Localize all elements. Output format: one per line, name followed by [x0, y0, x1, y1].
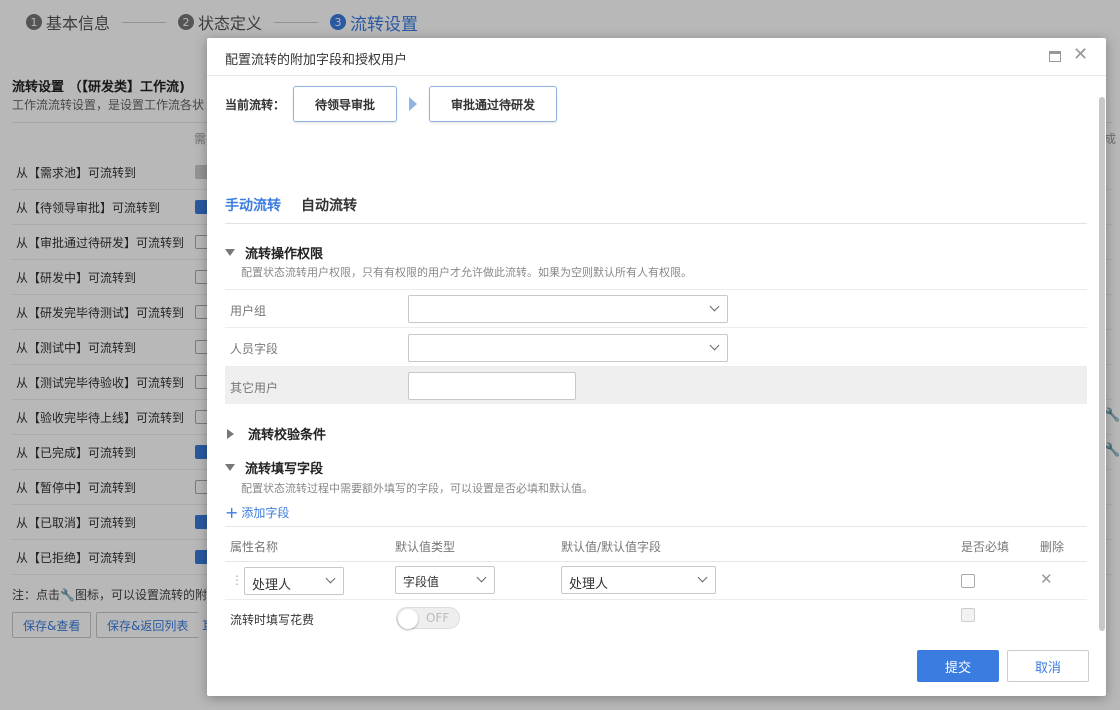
- col-default-header: 默认值/默认值字段: [561, 540, 662, 554]
- toggle-knob: [398, 609, 418, 629]
- field-row-handler: ⋮⋮ 处理人 字段值 处理人 ✕: [225, 562, 1087, 600]
- tab-auto-flow[interactable]: 自动流转: [301, 195, 357, 215]
- person-field-select[interactable]: [408, 334, 728, 362]
- maximize-icon[interactable]: [1049, 51, 1061, 62]
- cancel-button[interactable]: 取消: [1007, 650, 1089, 682]
- submit-button[interactable]: 提交: [917, 650, 999, 682]
- current-flow-label: 当前流转：: [225, 97, 286, 112]
- fill-section-desc: 配置状态流转过程中需要额外填写的字段，可以设置是否必填和默认值。: [241, 482, 593, 495]
- perm-section-title: 流转操作权限: [245, 247, 324, 262]
- cost-toggle[interactable]: OFF: [396, 607, 460, 629]
- field-row-cost: 流转时填写花费 OFF: [225, 600, 1087, 637]
- fill-section-header[interactable]: 流转填写字段: [225, 458, 323, 477]
- col-required-header: 是否必填: [961, 540, 1010, 554]
- chevron-down-icon: [709, 340, 720, 351]
- col-delete-header: 删除: [1040, 540, 1065, 554]
- add-field-label: 添加字段: [241, 506, 290, 520]
- check-section-header[interactable]: 流转校验条件: [225, 424, 326, 443]
- fields-table-header: 属性名称 默认值类型 默认值/默认值字段 是否必填 删除: [225, 526, 1087, 562]
- to-state-box: 审批通过待研发: [429, 86, 558, 122]
- tab-divider: [225, 223, 1087, 224]
- scrollbar[interactable]: [1099, 97, 1105, 631]
- other-users-input[interactable]: [408, 372, 576, 400]
- flow-arrow-icon: [409, 97, 418, 111]
- current-flow: 当前流转： 待领导审批 审批通过待研发: [225, 86, 558, 122]
- toggle-state: OFF: [426, 611, 450, 625]
- chevron-down-icon: [476, 572, 487, 583]
- default-value-select[interactable]: 处理人: [561, 566, 716, 594]
- perm-row-label: 其它用户: [230, 381, 279, 395]
- dialog-title: 配置流转的附加字段和授权用户: [225, 53, 408, 68]
- required-checkbox[interactable]: [961, 574, 975, 588]
- perm-row-label: 人员字段: [230, 342, 279, 356]
- tab-manual-flow[interactable]: 手动流转: [225, 195, 281, 215]
- chevron-down-icon: [709, 301, 720, 312]
- select-value: 处理人: [252, 578, 292, 593]
- close-icon[interactable]: ✕: [1073, 46, 1088, 64]
- expand-triangle-icon: [227, 428, 234, 439]
- flow-config-dialog: 配置流转的附加字段和授权用户 ✕ 当前流转： 待领导审批 审批通过待研发 手动流…: [207, 38, 1106, 696]
- user-group-select[interactable]: [408, 295, 728, 323]
- collapse-triangle-icon: [225, 249, 235, 256]
- col-type-header: 默认值类型: [395, 540, 456, 554]
- default-type-select[interactable]: 字段值: [395, 566, 495, 594]
- plus-icon: +: [225, 502, 239, 522]
- add-field-button[interactable]: + 添加字段: [225, 504, 289, 521]
- perm-section-header[interactable]: 流转操作权限: [225, 243, 323, 262]
- dialog-body: 当前流转： 待领导审批 审批通过待研发 手动流转 自动流转 流转操作权限 配置状…: [207, 77, 1106, 637]
- collapse-triangle-icon: [225, 464, 235, 471]
- select-value: 字段值: [403, 575, 440, 589]
- flow-tabs: 手动流转 自动流转: [225, 195, 377, 215]
- chevron-down-icon: [697, 572, 708, 583]
- perm-row-other-users: 其它用户: [225, 366, 1087, 404]
- from-state-box: 待领导审批: [293, 86, 398, 122]
- field-name-select[interactable]: 处理人: [244, 567, 344, 595]
- select-value: 处理人: [569, 577, 609, 592]
- perm-row-user-group: 用户组: [225, 289, 1087, 327]
- perm-section-desc: 配置状态流转用户权限，只有有权限的用户才允许做此流转。如果为空则默认所有人有权限…: [241, 266, 692, 279]
- field-name-label: 流转时填写花费: [230, 613, 315, 627]
- dialog-header: 配置流转的附加字段和授权用户 ✕: [207, 38, 1106, 76]
- required-checkbox[interactable]: [961, 608, 975, 622]
- check-section-title: 流转校验条件: [248, 428, 327, 443]
- perm-row-person-field: 人员字段: [225, 327, 1087, 365]
- col-name-header: 属性名称: [230, 540, 279, 554]
- perm-row-label: 用户组: [230, 304, 267, 318]
- delete-icon[interactable]: ✕: [1040, 570, 1053, 588]
- chevron-down-icon: [325, 573, 336, 584]
- fill-section-title: 流转填写字段: [245, 462, 324, 477]
